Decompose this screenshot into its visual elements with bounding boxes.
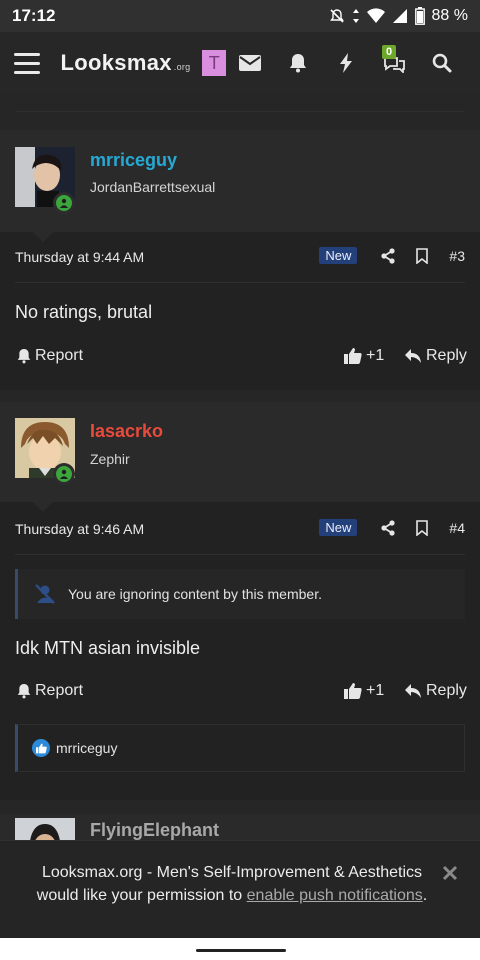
reply-icon xyxy=(405,349,421,363)
system-nav-bar xyxy=(0,938,480,960)
divider xyxy=(15,282,465,283)
conversations-button[interactable]: 0 xyxy=(370,43,418,83)
cell-signal-icon xyxy=(392,9,407,23)
username[interactable]: mrriceguy xyxy=(90,150,177,171)
data-arrows-icon xyxy=(352,9,359,23)
post-content: Idk MTN asian invisible xyxy=(15,638,201,658)
reply-icon xyxy=(405,684,421,698)
username[interactable]: FlyingElephant xyxy=(90,820,219,841)
status-bar: 17:12 88 % xyxy=(0,0,480,32)
post-content: No ratings, brutal xyxy=(15,302,153,322)
like-button[interactable]: +1 xyxy=(344,682,384,700)
bookmark-button[interactable] xyxy=(405,519,439,536)
user-title: Zephir xyxy=(90,451,130,467)
user-block-arrow xyxy=(33,232,53,242)
enable-push-link[interactable]: enable push notifications xyxy=(247,887,423,904)
post-user-block: Iasacrko Zephir xyxy=(0,402,480,512)
report-label: Report xyxy=(35,682,84,699)
app-header: Looksmax .org T 0 xyxy=(0,32,480,94)
new-badge: New xyxy=(319,519,358,536)
reactions-bar[interactable]: mrriceguy xyxy=(15,724,465,772)
thumbs-up-icon xyxy=(344,683,362,699)
search-button[interactable] xyxy=(418,43,466,83)
post-timestamp[interactable]: Thursday at 9:46 AM xyxy=(15,521,144,537)
battery-icon xyxy=(414,7,425,25)
push-notification-banner: Looksmax.org - Men's Self-Improvement & … xyxy=(0,840,480,938)
post-number[interactable]: #4 xyxy=(449,520,465,536)
online-indicator xyxy=(53,192,75,214)
wifi-icon xyxy=(366,8,385,23)
bookmark-icon xyxy=(416,519,429,536)
divider xyxy=(15,554,465,555)
like-label: +1 xyxy=(366,347,385,364)
bell-icon xyxy=(17,684,31,699)
battery-percentage: 88 % xyxy=(431,7,468,24)
online-indicator xyxy=(53,463,75,485)
share-icon xyxy=(381,519,396,536)
push-banner-text: Looksmax.org - Men's Self-Improvement & … xyxy=(36,864,428,904)
report-button[interactable]: Report xyxy=(17,347,83,365)
reply-button[interactable]: Reply xyxy=(404,682,467,700)
account-avatar[interactable]: T xyxy=(202,50,226,76)
like-button[interactable]: +1 xyxy=(344,347,384,365)
reply-label: Reply xyxy=(426,682,467,699)
menu-icon xyxy=(14,52,40,56)
bell-icon xyxy=(17,349,31,364)
reaction-users[interactable]: mrriceguy xyxy=(56,740,117,756)
status-time: 17:12 xyxy=(12,6,56,25)
whats-new-button[interactable] xyxy=(322,43,370,83)
muted-user-icon xyxy=(35,584,55,604)
share-button[interactable] xyxy=(371,519,405,536)
close-icon xyxy=(442,865,458,881)
like-reaction-icon xyxy=(32,739,50,757)
report-label: Report xyxy=(35,347,84,364)
previous-post-footer xyxy=(0,94,480,130)
user-title: JordanBarrettsexual xyxy=(90,179,216,195)
logo-suffix: .org xyxy=(173,62,191,72)
bookmark-icon xyxy=(416,247,429,264)
bookmark-button[interactable] xyxy=(405,247,439,264)
logo-main: Looksmax xyxy=(60,50,172,75)
home-gesture-pill[interactable] xyxy=(196,949,286,952)
menu-button[interactable] xyxy=(14,45,47,81)
bell-icon xyxy=(290,54,306,73)
like-label: +1 xyxy=(366,682,385,699)
reply-label: Reply xyxy=(426,347,467,364)
reply-button[interactable]: Reply xyxy=(404,347,467,365)
share-button[interactable] xyxy=(371,247,405,264)
conversations-badge: 0 xyxy=(382,45,396,59)
ignored-content-notice: You are ignoring content by this member. xyxy=(15,569,465,619)
post-4: Iasacrko Zephir Thursday at 9:46 AM New … xyxy=(0,402,480,800)
username[interactable]: Iasacrko xyxy=(90,421,163,442)
ignored-notice-text: You are ignoring content by this member. xyxy=(68,586,322,602)
search-icon xyxy=(432,53,452,73)
new-badge: New xyxy=(319,247,358,264)
share-icon xyxy=(381,247,396,264)
post-user-block: mrriceguy JordanBarrettsexual xyxy=(0,130,480,242)
envelope-icon xyxy=(239,55,261,71)
notifications-off-icon xyxy=(329,9,344,23)
thumbs-up-icon xyxy=(344,348,362,364)
report-button[interactable]: Report xyxy=(17,682,83,700)
lightning-icon xyxy=(340,53,352,73)
inbox-button[interactable] xyxy=(226,43,274,83)
user-block-arrow xyxy=(33,502,53,512)
site-logo[interactable]: Looksmax .org xyxy=(61,50,191,76)
alerts-button[interactable] xyxy=(274,43,322,83)
close-banner-button[interactable] xyxy=(438,861,462,885)
post-number[interactable]: #3 xyxy=(449,248,465,264)
post-3: mrriceguy JordanBarrettsexual Thursday a… xyxy=(0,130,480,390)
post-timestamp[interactable]: Thursday at 9:44 AM xyxy=(15,249,144,265)
